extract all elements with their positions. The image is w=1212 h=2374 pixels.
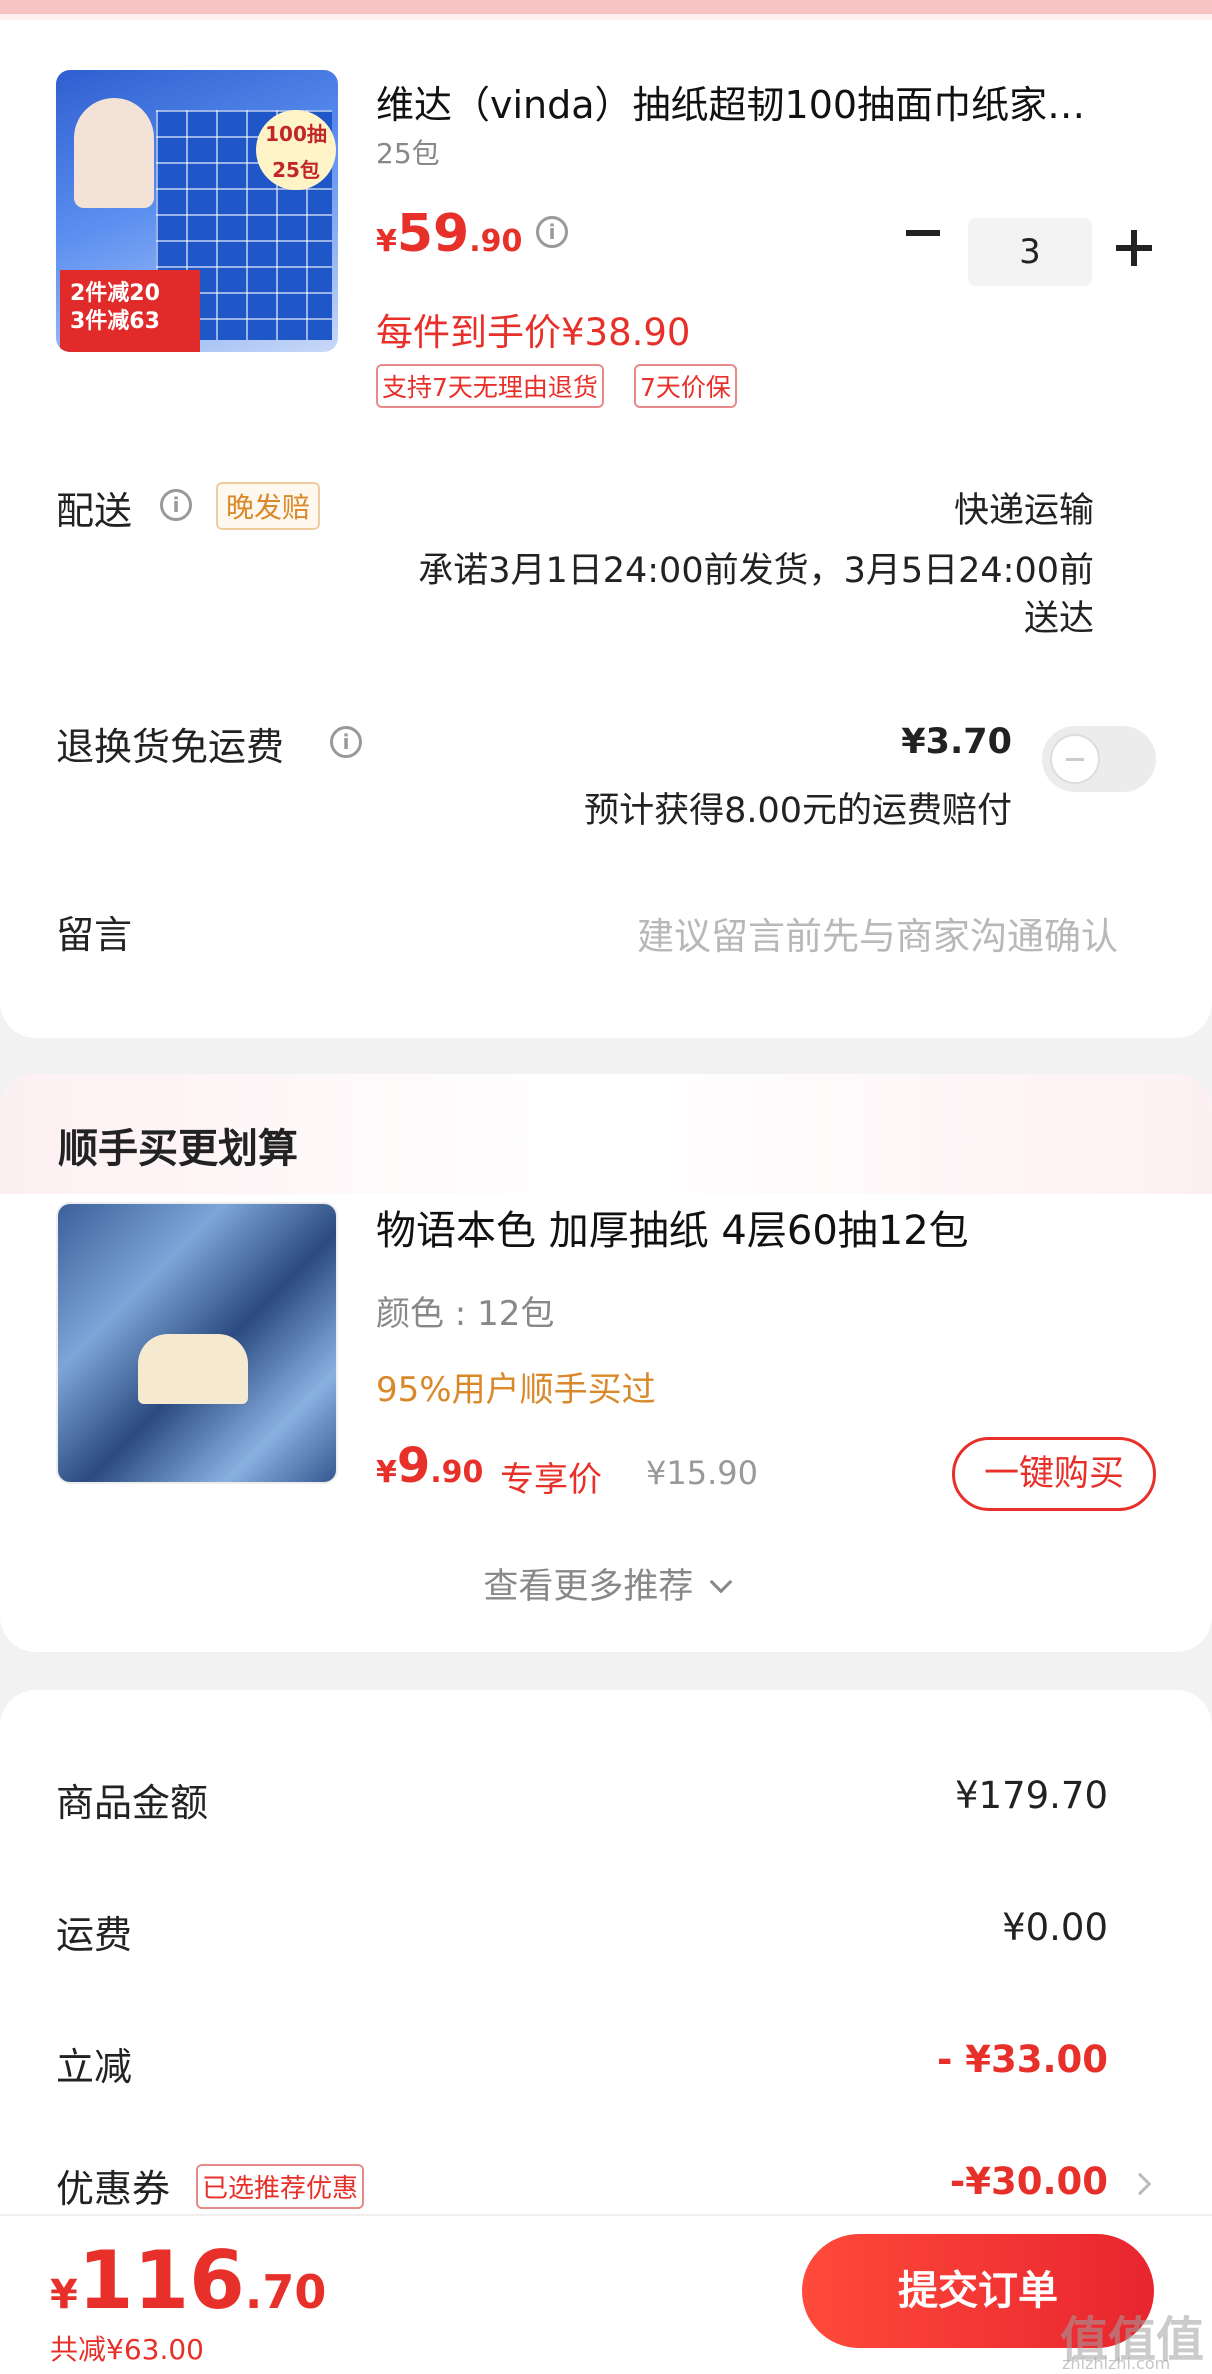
product-image-model [74,98,154,208]
summary-shipping-value: ¥0.00 [1002,1906,1108,1949]
recommend-product-title[interactable]: 物语本色 加厚抽纸 4层60抽12包 [376,1198,969,1256]
summary-goods-label: 商品金额 [56,1781,209,1825]
quantity-minus-button[interactable] [906,230,940,236]
return-shipping-info-icon[interactable]: i [330,726,362,758]
quantity-plus-button[interactable] [1116,230,1152,266]
recommend-product-spec[interactable]: 颜色 : 12包 [376,1286,554,1335]
product-title[interactable]: 维达（vinda）抽纸超韧100抽面巾纸家… [376,74,1085,129]
watermark-url: zhizhizhi.com [1062,2354,1171,2373]
recommend-price-currency: ¥ [376,1455,397,1490]
recommend-section-title: 顺手买更划算 [58,1126,298,1172]
recommend-price: ¥9.90 [376,1438,483,1494]
return-shipping-price: ¥3.70 [901,722,1012,762]
return-shipping-label: 退换货免运费 [56,725,285,769]
total-price-integer: 116 [77,2234,245,2327]
summary-coupon-value[interactable]: -¥30.00 [950,2160,1108,2203]
summary-shipping-label: 运费 [56,1913,133,1957]
total-price: ¥116.70 [50,2234,326,2327]
coupon-recommend-badge: 已选推荐优惠 [196,2164,365,2209]
one-click-buy-button[interactable]: 一键购买 [952,1437,1156,1511]
late-compensation-badge: 晚发赔 [216,482,321,530]
recommend-price-integer: 9 [396,1438,431,1494]
price-currency: ¥ [376,224,397,259]
recommend-price-decimal: .90 [430,1455,484,1490]
recommend-product-image[interactable] [56,1202,338,1484]
return-shipping-desc: 预计获得8.00元的运费赔付 [584,791,1012,831]
price-integer: 59 [396,204,470,264]
tag-price-protect: 7天价保 [634,364,737,408]
quantity-value[interactable]: 3 [968,218,1092,286]
delivery-info-icon[interactable]: i [160,489,192,521]
delivery-label: 配送 [56,489,133,533]
more-recommend-text: 查看更多推荐 [483,1567,694,1607]
chevron-down-icon [709,1570,732,1594]
summary-discount-value: - ¥33.00 [936,2038,1108,2081]
order-item-card: 100抽 25包 2件减20 3件减63 维达（vinda）抽纸超韧100抽面巾… [0,20,1212,1038]
summary-coupon-label: 优惠券 [56,2167,171,2211]
product-image-badge: 100抽 25包 [256,110,336,190]
recommend-image-tissue [138,1334,248,1404]
recommend-social-proof: 95%用户顺手买过 [376,1370,656,1410]
product-image-promo: 2件减20 3件减63 [60,270,200,352]
price-decimal: .90 [469,224,523,259]
delivery-promise-line2: 送达 [1023,599,1094,639]
total-price-currency: ¥ [50,2272,78,2318]
tag-return-7days: 支持7天无理由退货 [376,364,604,408]
total-price-decimal: .70 [244,2265,327,2319]
return-shipping-toggle[interactable] [1042,726,1156,792]
more-recommend-link[interactable]: 查看更多推荐 [0,1558,1212,1609]
unit-final-price: 每件到手价¥38.90 [376,311,691,354]
recommend-exclusive-label: 专享价 [500,1460,602,1500]
message-label: 留言 [56,913,133,957]
recommend-card: 顺手买更划算 物语本色 加厚抽纸 4层60抽12包 颜色 : 12包 95%用户… [0,1074,1212,1652]
price-info-icon[interactable]: i [536,216,568,248]
summary-goods-value: ¥179.70 [954,1774,1108,1817]
product-spec[interactable]: 25包 [376,132,440,172]
delivery-method[interactable]: 快递运输 [954,482,1094,533]
recommend-original-price: ¥15.90 [646,1454,758,1492]
chevron-right-icon[interactable] [1128,2172,1152,2196]
checkout-bar: ¥116.70 共减¥63.00 提交订单 值值值 zhizhizhi.com [0,2214,1212,2374]
product-image[interactable]: 100抽 25包 2件减20 3件减63 [56,70,338,352]
toggle-knob [1050,734,1100,784]
message-input[interactable]: 建议留言前先与商家沟通确认 [637,906,1118,960]
product-price: ¥59.90 [376,204,522,264]
summary-discount-label: 立减 [56,2045,133,2089]
delivery-promise: 承诺3月1日24:00前发货，3月5日24:00前 [418,551,1094,591]
total-saved: 共减¥63.00 [50,2333,204,2366]
